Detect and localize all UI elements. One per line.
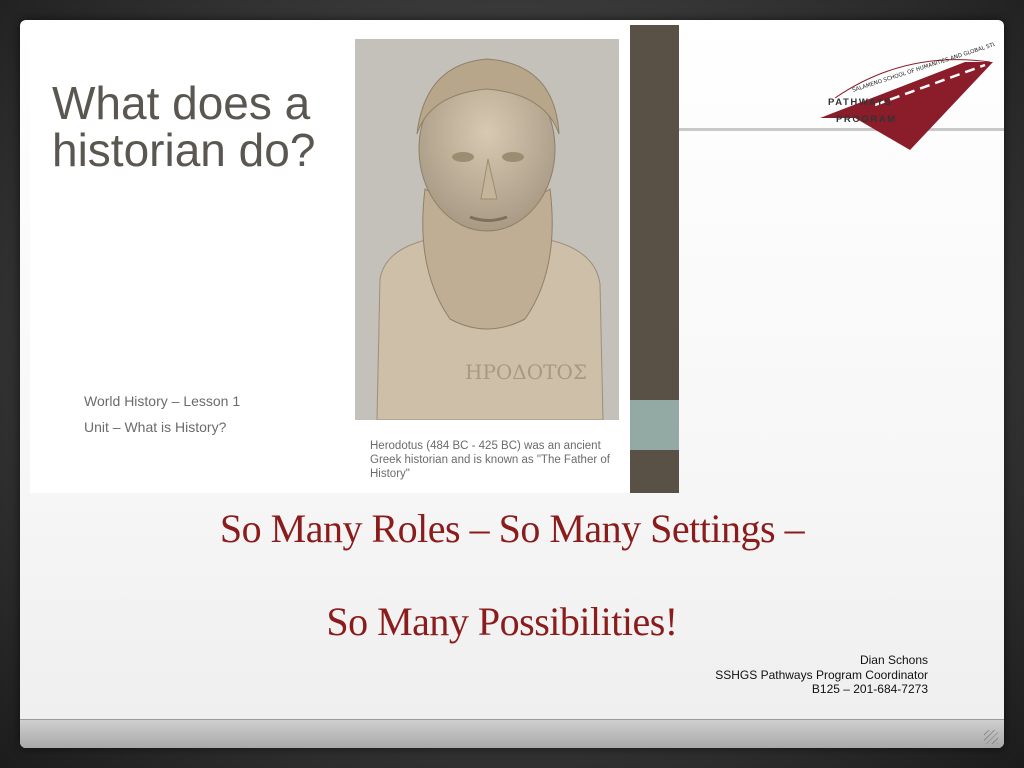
slide: What does a historian do? World History … bbox=[20, 20, 1004, 748]
question-heading: What does a historian do? bbox=[52, 77, 316, 176]
logo-pathways-text: PATHWAYS bbox=[828, 97, 893, 108]
slide-title-line-1: So Many Roles – So Many Settings – bbox=[219, 506, 805, 551]
decorative-stripe bbox=[630, 25, 679, 493]
slide-title-line-2: So Many Possibilities! bbox=[326, 599, 678, 644]
svg-text:ΗΡΟΔΟΤΟΣ: ΗΡΟΔΟΤΟΣ bbox=[465, 360, 587, 384]
image-caption: Herodotus (484 BC - 425 BC) was an ancie… bbox=[370, 440, 610, 480]
slide-footer-bar bbox=[20, 719, 1004, 748]
decorative-stripe-accent bbox=[630, 400, 679, 450]
presenter-name: Dian Schons bbox=[859, 653, 928, 667]
pathways-program-logo: SALAMENO SCHOOL OF HUMANITIES AND GLOBAL… bbox=[815, 37, 1004, 150]
resize-grip-icon[interactable] bbox=[984, 730, 998, 744]
lesson-label: World History – Lesson 1 bbox=[84, 393, 241, 409]
embedded-slide-image: What does a historian do? World History … bbox=[30, 25, 679, 493]
presenter-info: Dian Schons SSHGS Pathways Program Coord… bbox=[715, 653, 928, 697]
logo-program-text: PROGRAM bbox=[836, 114, 897, 125]
presenter-contact: B125 – 201-684-7273 bbox=[811, 682, 928, 696]
presenter-role: SSHGS Pathways Program Coordinator bbox=[715, 667, 928, 682]
herodotus-bust-image: ΗΡΟΔΟΤΟΣ bbox=[355, 39, 619, 420]
unit-label: Unit – What is History? bbox=[84, 419, 227, 435]
